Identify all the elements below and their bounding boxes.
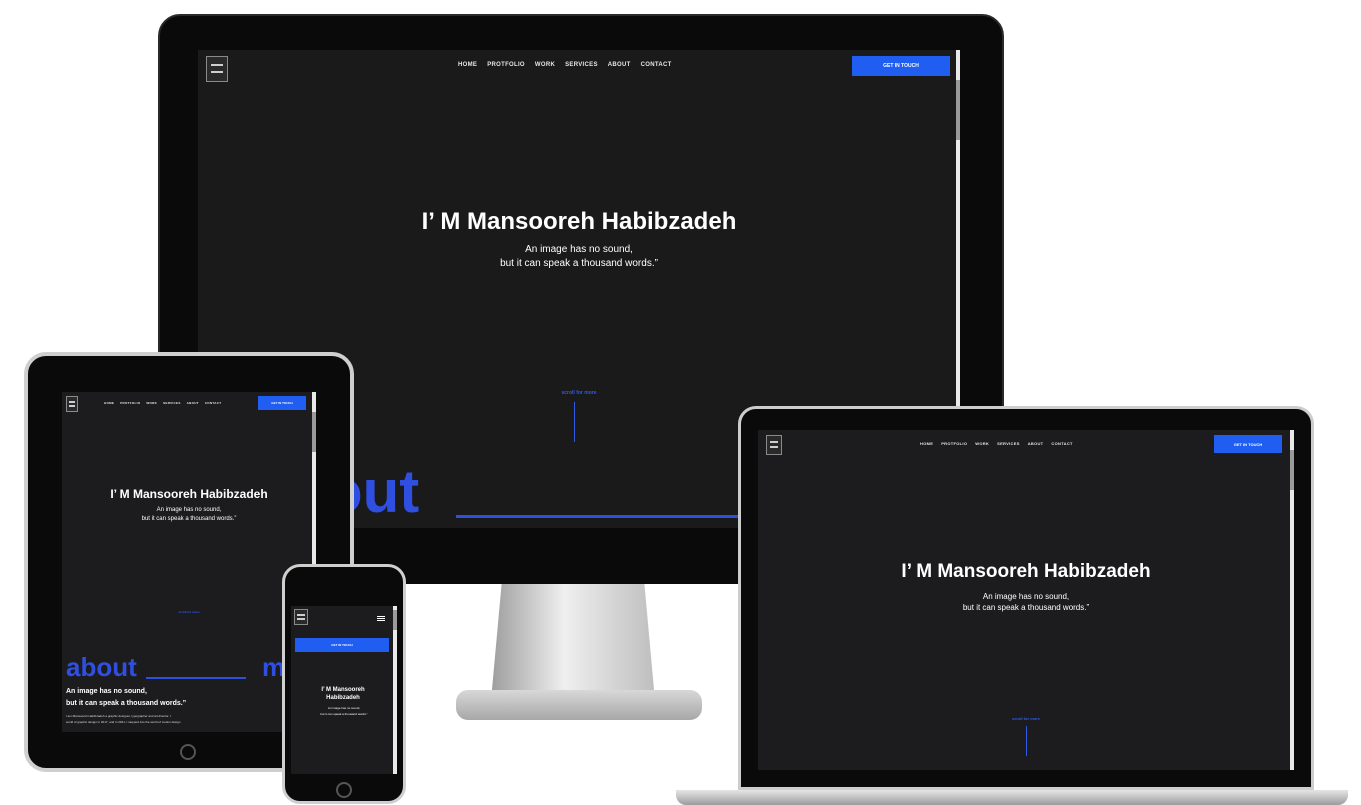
nav-contact[interactable]: CONTACT <box>1051 441 1072 446</box>
laptop-base <box>676 790 1348 805</box>
nav-portfolio[interactable]: PROTFOLIO <box>487 62 525 68</box>
phone-screen: GET IN TOUCH I’ M Mansooreh Habibzadeh A… <box>291 606 397 774</box>
nav-home[interactable]: HOME <box>920 441 933 446</box>
nav-services[interactable]: SERVICES <box>163 401 181 405</box>
tablet-nav: HOME PROTFOLIO WORK SERVICES ABOUT CONTA… <box>104 401 221 405</box>
about-heading-line1: An image has no sound, <box>66 688 147 695</box>
scrollbar-thumb[interactable] <box>312 412 316 452</box>
logo-mark[interactable] <box>206 56 228 82</box>
logo-mark[interactable] <box>66 396 78 412</box>
nav-home[interactable]: HOME <box>104 401 114 405</box>
hero-subtitle-line1: An image has no sound, <box>327 706 361 710</box>
logo-mark[interactable] <box>766 435 782 455</box>
scrollbar-thumb[interactable] <box>1290 450 1294 490</box>
nav-about[interactable]: ABOUT <box>608 62 631 68</box>
tablet-screen: HOME PROTFOLIO WORK SERVICES ABOUT CONTA… <box>62 392 316 732</box>
hero-subtitle-line2: but it can speak a thousand words.” <box>962 603 1090 612</box>
hero-title: I’ M Mansooreh Habibzadeh <box>321 687 365 702</box>
nav-contact[interactable]: CONTACT <box>205 401 222 405</box>
get-in-touch-button[interactable]: GET IN TOUCH <box>258 396 306 410</box>
phone: GET IN TOUCH I’ M Mansooreh Habibzadeh A… <box>282 564 406 804</box>
scrollbar-thumb[interactable] <box>956 80 960 140</box>
scroll-indicator-line <box>1026 726 1027 756</box>
about-word: about <box>66 652 137 682</box>
scrollbar-thumb[interactable] <box>393 610 397 630</box>
monitor-base <box>456 690 702 720</box>
nav-portfolio[interactable]: PROTFOLIO <box>120 401 140 405</box>
monitor-stand <box>491 584 655 696</box>
hero-title: I’ M Mansooreh Habibzadeh <box>110 487 268 501</box>
nav-work[interactable]: WORK <box>146 401 157 405</box>
logo-mark[interactable] <box>294 609 308 625</box>
nav-about[interactable]: ABOUT <box>187 401 199 405</box>
about-underline <box>146 677 246 679</box>
hero-subtitle-line1: An image has no sound, <box>156 507 222 513</box>
nav-work[interactable]: WORK <box>975 441 989 446</box>
home-button-icon[interactable] <box>180 744 196 760</box>
about-heading-line2: but it can speak a thousand words.” <box>66 700 187 707</box>
about-body-line1: I am Mansooreh Habibzadeh a graphic desi… <box>66 714 171 718</box>
hero-subtitle-line2: but it can speak a thousand words.” <box>320 712 368 716</box>
nav-work[interactable]: WORK <box>535 62 555 68</box>
nav-home[interactable]: HOME <box>458 62 477 68</box>
hero-subtitle-line2: but it can speak a thousand words.” <box>141 516 237 522</box>
hero-subtitle-line1: An image has no sound, <box>982 592 1070 601</box>
scroll-indicator-label[interactable]: scroll for more <box>758 716 1294 721</box>
home-button-icon[interactable] <box>336 782 352 798</box>
desktop-nav: HOME PROTFOLIO WORK SERVICES ABOUT CONTA… <box>458 62 672 68</box>
nav-services[interactable]: SERVICES <box>565 62 598 68</box>
hamburger-icon[interactable] <box>377 616 385 622</box>
about-body-line2: world of graphic design in 2017, and in … <box>66 720 181 724</box>
nav-portfolio[interactable]: PROTFOLIO <box>941 441 967 446</box>
nav-about[interactable]: ABOUT <box>1028 441 1044 446</box>
hero-subtitle-line2: but it can speak a thousand words.” <box>500 258 658 269</box>
laptop-screen: HOME PROTFOLIO WORK SERVICES ABOUT CONTA… <box>758 430 1294 770</box>
scroll-indicator-label[interactable]: scroll for more <box>62 610 316 614</box>
nav-contact[interactable]: CONTACT <box>641 62 672 68</box>
laptop-nav: HOME PROTFOLIO WORK SERVICES ABOUT CONTA… <box>920 441 1073 446</box>
hero-title: I’ M Mansooreh Habibzadeh <box>901 561 1151 582</box>
hero-title: I’ M Mansooreh Habibzadeh <box>421 208 737 235</box>
laptop: HOME PROTFOLIO WORK SERVICES ABOUT CONTA… <box>676 406 1348 805</box>
scrollbar[interactable] <box>393 606 397 774</box>
get-in-touch-button[interactable]: GET IN TOUCH <box>852 56 950 76</box>
get-in-touch-button[interactable]: GET IN TOUCH <box>1214 435 1282 453</box>
hero-subtitle-line1: An image has no sound, <box>525 244 633 255</box>
nav-services[interactable]: SERVICES <box>997 441 1020 446</box>
scroll-indicator-line <box>574 402 575 442</box>
get-in-touch-button[interactable]: GET IN TOUCH <box>295 638 389 652</box>
